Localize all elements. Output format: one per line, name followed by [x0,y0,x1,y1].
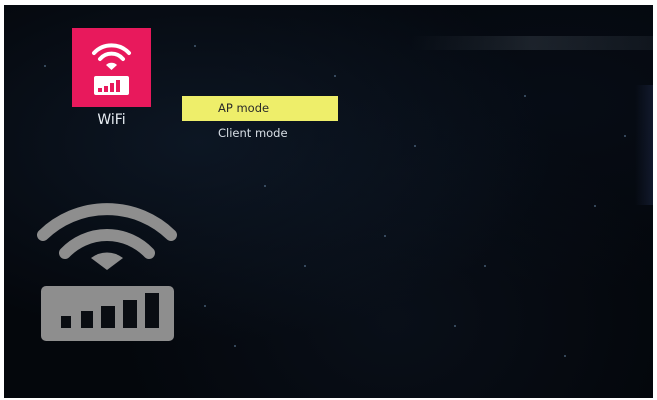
wifi-settings-tile[interactable] [72,28,151,107]
menu-item-client-mode[interactable]: Client mode [182,121,338,146]
wifi-mode-menu: AP mode Client mode [182,96,338,146]
wifi-signal-icon [92,43,131,95]
wifi-preview-panel [37,190,177,349]
wifi-signal-large-icon [37,203,177,341]
menu-item-ap-mode[interactable]: AP mode [182,96,338,121]
decorative-band [412,36,653,50]
wifi-tile-label: WiFi [97,112,126,128]
decorative-glow [635,85,653,205]
